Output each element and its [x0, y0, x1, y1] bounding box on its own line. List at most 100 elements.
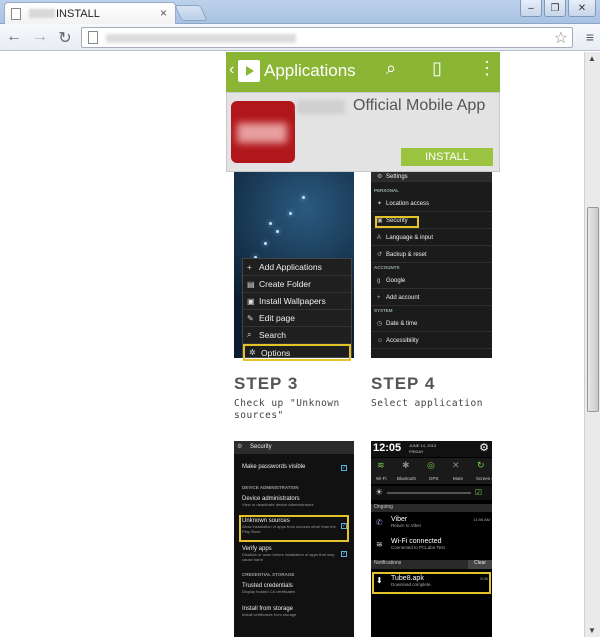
menu-item-edit-page[interactable]: ✎ Edit page	[243, 310, 351, 327]
install-button[interactable]: INSTALL	[401, 148, 493, 166]
scrollbar-thumb[interactable]	[587, 207, 599, 412]
settings-header: ⚙ Settings	[371, 172, 492, 182]
settings-row-datetime[interactable]: ◷ Date & time	[371, 316, 492, 332]
menu-item-options[interactable]: ✲ Options	[243, 344, 351, 361]
security-row-trusted[interactable]: Trusted credentials Display trusted CA ce…	[234, 583, 354, 594]
maximize-button[interactable]: ❐	[544, 0, 566, 17]
app-card: Official Mobile App INSTALL	[226, 92, 500, 172]
browser-toolbar: ← → ↻ ☆ ≡	[0, 24, 600, 51]
play-store-icon	[238, 60, 260, 82]
settings-row-add-account[interactable]: + Add account	[371, 290, 492, 306]
wallpaper-icon: ▣	[247, 296, 255, 306]
forward-icon[interactable]: →	[30, 28, 50, 46]
gps-icon[interactable]: ◎	[427, 460, 435, 471]
settings-row-google[interactable]: g Google	[371, 273, 492, 289]
pencil-icon: ✎	[247, 313, 254, 323]
notif-subtitle: Return to Viber	[391, 523, 422, 528]
bookmark-icon[interactable]: ▯	[432, 58, 442, 79]
notification-viber[interactable]: ✆ Viber Return to Viber 11:56 AM	[371, 516, 492, 528]
menu-item-search[interactable]: ⌕ Search	[243, 327, 351, 344]
clock-icon: ◷	[377, 321, 383, 327]
mute-icon[interactable]: ✕	[452, 460, 460, 471]
row-sublabel: Display trusted CA certificates	[242, 589, 296, 594]
brightness-icon: ☀	[375, 487, 384, 497]
minimize-button[interactable]: –	[520, 0, 542, 17]
section-personal: PERSONAL	[374, 188, 400, 193]
security-highlight	[375, 216, 419, 228]
notif-time: 11:56 AM	[473, 517, 490, 522]
checkbox-checked[interactable]: ✓	[341, 551, 347, 557]
security-row-device-admins[interactable]: Device administrators View or deactivate …	[234, 496, 354, 507]
address-bar[interactable]: ☆	[81, 27, 573, 48]
menu-item-create-folder[interactable]: ▤ Create Folder	[243, 276, 351, 293]
security-row-install-storage[interactable]: Install from storage Install certificates…	[234, 606, 354, 617]
more-options-icon[interactable]: ⋮	[478, 58, 496, 79]
notifications-header-label: Notifications	[374, 560, 402, 566]
close-window-button[interactable]: ✕	[568, 0, 596, 17]
language-icon: A	[377, 234, 382, 241]
step2-screenshot: ⚙ Settings PERSONAL ✦ Location access ▣ Sec…	[371, 172, 492, 358]
checkbox-checked[interactable]: ✓	[341, 465, 347, 471]
back-icon[interactable]: ←	[4, 28, 24, 46]
tab-title-redacted	[29, 9, 55, 18]
security-header-label: Security	[250, 444, 272, 450]
settings-gear-icon[interactable]: ⚙	[479, 441, 489, 454]
url-redacted	[106, 34, 296, 43]
status-header: 12:05 JUNE 14, 2013 FRIDAY ⚙	[371, 441, 492, 457]
browser-tab[interactable]: INSTALL ×	[4, 2, 176, 24]
wifi-icon: ≋	[376, 540, 383, 549]
wifi-icon[interactable]: ≋	[377, 460, 385, 471]
menu-item-label: Add Applications	[259, 262, 322, 272]
notif-title: Viber	[391, 516, 408, 523]
security-row-make-passwords[interactable]: Make passwords visible ✓	[234, 464, 354, 471]
settings-row-label: Accessibility	[386, 337, 419, 344]
step3-instructions: Check up "Unknown sources"	[234, 398, 340, 422]
menu-item-add-applications[interactable]: + Add Applications	[243, 259, 351, 276]
menu-item-label: Edit page	[259, 313, 295, 323]
settings-row-label: Google	[386, 277, 406, 284]
scroll-down-arrow-icon[interactable]: ▼	[588, 626, 596, 635]
notif-subtitle: Connected to PCLabs-Test	[391, 545, 445, 550]
close-tab-icon[interactable]: ×	[160, 6, 167, 20]
rotation-icon[interactable]: ↻	[477, 460, 485, 471]
brightness-row: ☀ ☑	[371, 486, 492, 500]
new-tab-button[interactable]	[174, 5, 208, 21]
step4-text-line: Select application	[371, 398, 483, 409]
sparkle	[276, 230, 279, 233]
settings-row-label: Backup & reset	[386, 251, 427, 258]
scroll-up-arrow-icon[interactable]: ▲	[588, 54, 596, 63]
menu-item-install-wallpapers[interactable]: ▣ Install Wallpapers	[243, 293, 351, 310]
vertical-scrollbar[interactable]: ▲ ▼	[584, 52, 600, 637]
plus-icon: +	[247, 262, 252, 272]
tab-title: INSTALL	[56, 7, 100, 20]
menu-item-label: Search	[259, 330, 286, 340]
reload-icon[interactable]: ↻	[55, 28, 75, 48]
brightness-slider[interactable]	[387, 492, 471, 494]
tab-strip: INSTALL × – ❐ ✕	[0, 0, 600, 24]
auto-checkbox[interactable]: ☑	[475, 488, 482, 497]
settings-row-location[interactable]: ✦ Location access	[371, 196, 492, 212]
toggle-label: GPS	[429, 476, 439, 481]
security-row-verify-apps[interactable]: Verify apps Disallow or warn before insta…	[234, 546, 354, 562]
row-sublabel: Disallow or warn before installation of …	[242, 552, 335, 562]
chrome-menu-icon[interactable]: ≡	[586, 29, 594, 45]
clear-button[interactable]: Clear	[468, 560, 492, 569]
settings-row-label: Add account	[386, 294, 420, 301]
menu-item-label: Create Folder	[259, 279, 311, 289]
back-chevron-icon[interactable]: ‹	[229, 61, 234, 79]
step3-screenshot: ⚙ Security Make passwords visible ✓ DEVIC…	[234, 441, 354, 637]
search-icon[interactable]: ⌕	[386, 58, 396, 79]
sparkle	[264, 242, 267, 245]
settings-row-accessibility[interactable]: ☺ Accessibility	[371, 333, 492, 349]
bookmark-star-icon[interactable]: ☆	[554, 28, 568, 48]
sparkle	[269, 222, 272, 225]
settings-row-label: Language & input	[386, 234, 434, 241]
settings-row-backup[interactable]: ↺ Backup & reset	[371, 247, 492, 263]
settings-icon: ⚙	[237, 444, 243, 450]
section-accounts: ACCOUNTS	[374, 265, 400, 270]
backup-icon: ↺	[377, 252, 383, 258]
settings-row-language[interactable]: A Language & input	[371, 230, 492, 246]
bluetooth-icon[interactable]: ✱	[402, 460, 410, 471]
notification-wifi[interactable]: ≋ Wi-Fi connected Connected to PCLabs-Te…	[371, 538, 492, 550]
menu-item-label: Options	[261, 347, 291, 358]
